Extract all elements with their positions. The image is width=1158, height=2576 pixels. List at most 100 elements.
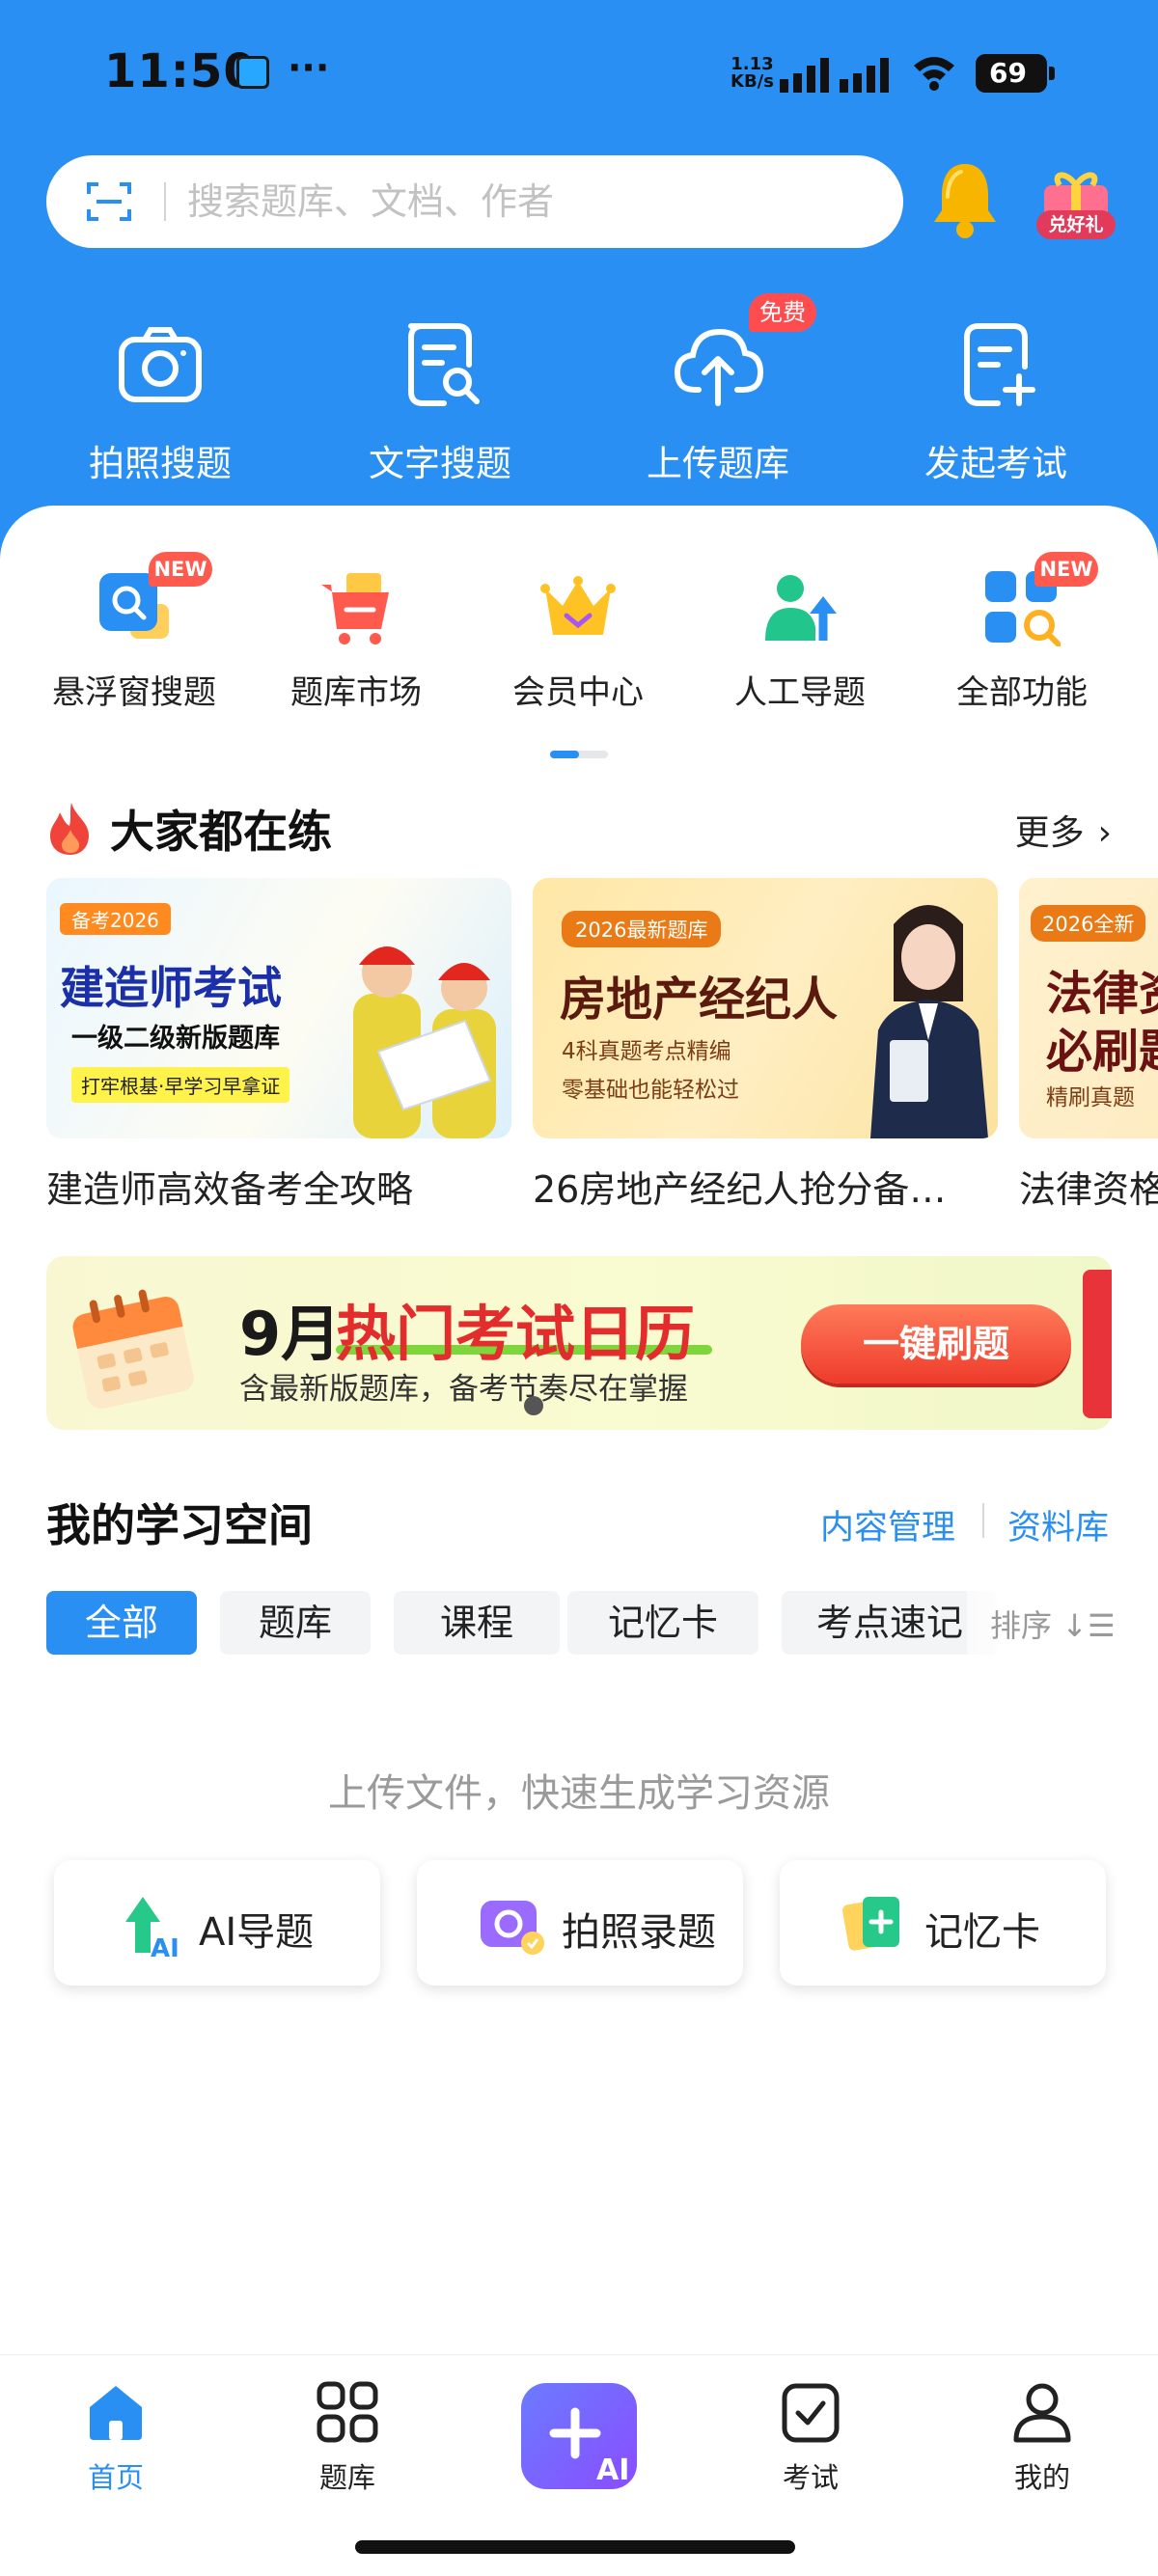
member-center-label: 会员中心 — [512, 673, 644, 712]
card-subtitle: 一级二级新版题库 — [71, 1024, 280, 1054]
upload-bank-label: 上传题库 — [647, 443, 789, 484]
ai-upload-icon: AI — [125, 1897, 179, 1959]
card-note: 精刷真题 — [1046, 1085, 1135, 1110]
bank-market-label: 题库市场 — [290, 673, 422, 712]
flashcard-label: 记忆卡 — [924, 1910, 1040, 1955]
svg-text:AI: AI — [151, 1934, 179, 1959]
nav-question-bank[interactable]: 题库 — [280, 2380, 415, 2506]
practice-section-header: 大家都在练 更多 › — [46, 791, 1112, 859]
camera-icon — [119, 327, 202, 402]
floating-search-button[interactable]: 悬浮窗搜题 — [23, 569, 245, 714]
home-indicator — [355, 2540, 795, 2554]
scan-icon[interactable] — [87, 180, 131, 223]
exam-calendar-banner[interactable]: 9月 热门考试日历 含最新版题库，备考节奏尽在掌握 一键刷题 — [46, 1256, 1112, 1430]
grid-icon — [317, 2381, 378, 2443]
start-exam-button[interactable]: 发起考试 — [880, 318, 1112, 484]
status-time: 11:50 — [104, 44, 257, 98]
quick-tools-row: 拍照搜题 文字搜题 上传题库 发起考试 — [0, 318, 1158, 484]
card-subtitle: 4科真题考点精编 — [562, 1039, 731, 1064]
filter-chip-flashcard[interactable]: 记忆卡 — [567, 1591, 758, 1655]
photo-record-icon — [481, 1901, 544, 1955]
flashcard-button[interactable]: 记忆卡 — [780, 1860, 1106, 1986]
svg-text:AI: AI — [596, 2453, 629, 2487]
upload-hint: 上传文件，快速生成学习资源 — [328, 1771, 830, 1816]
card-tag: 2026最新题库 — [562, 911, 722, 947]
new-badge: NEW — [149, 552, 212, 587]
one-click-practice-button[interactable]: 一键刷题 — [801, 1304, 1071, 1384]
nav-ai-create-button[interactable]: AI — [521, 2383, 637, 2489]
all-features-button[interactable]: 全部功能 — [911, 569, 1133, 714]
free-badge: 免费 — [749, 293, 816, 332]
sort-label: 排序 — [990, 1607, 1053, 1644]
ai-import-label: AI导题 — [199, 1910, 315, 1955]
more-link[interactable]: 更多 › — [1015, 805, 1112, 855]
sort-button[interactable]: 排序 ↓☰ — [990, 1602, 1116, 1646]
start-exam-label: 发起考试 — [924, 443, 1067, 484]
card-headline: 建造师考试 — [60, 962, 282, 1014]
card-headline: 房地产经纪人 — [560, 973, 839, 1027]
search-bar[interactable] — [46, 155, 903, 248]
photo-record-button[interactable]: 拍照录题 — [417, 1860, 743, 1986]
card-note: 零基础也能轻松过 — [562, 1078, 739, 1103]
calendar-title-highlight: 热门考试日历 — [336, 1299, 696, 1369]
bank-market-button[interactable]: 题库市场 — [245, 569, 467, 714]
home-icon — [90, 2386, 142, 2440]
cloud-upload-icon — [674, 328, 764, 406]
member-center-button[interactable]: 会员中心 — [467, 569, 689, 714]
fire-icon — [50, 803, 89, 855]
upload-bank-button[interactable]: 上传题库 — [602, 318, 834, 484]
search-input[interactable] — [187, 155, 882, 248]
calendar-icon — [72, 1289, 194, 1409]
practice-card[interactable]: 2026最新题库 房地产经纪人 4科真题考点精编 零基础也能轻松过 — [533, 878, 998, 1138]
more-notifications-icon: ··· — [288, 46, 330, 89]
calendar-subtitle: 含最新版题库，备考节奏尽在掌握 — [239, 1372, 688, 1407]
profile-icon — [1013, 2383, 1071, 2443]
doc-add-icon — [964, 323, 1035, 406]
card-note: 打牢根基·早学习早拿证 — [71, 1067, 290, 1103]
text-search-button[interactable]: 文字搜题 — [324, 318, 556, 484]
card-tag: 2026全新 — [1031, 905, 1146, 942]
sort-icon: ↓☰ — [1062, 1607, 1116, 1644]
all-features-label: 全部功能 — [956, 673, 1088, 712]
practice-carousel[interactable]: 备考2026 建造师考试 一级二级新版题库 打牢根基·早学习早拿证 建造师高效备… — [0, 878, 1158, 1225]
filter-chip-keypoints[interactable]: 考点速记 — [782, 1591, 998, 1655]
nav-exam-label: 考试 — [782, 2461, 839, 2494]
photo-search-button[interactable]: 拍照搜题 — [44, 318, 276, 484]
engineers-illustration — [353, 946, 496, 1138]
photo-search-label: 拍照搜题 — [89, 443, 232, 484]
network-speed: 1.13 KB/s — [731, 56, 774, 91]
nav-question-bank-label: 题库 — [318, 2461, 375, 2494]
nav-exam[interactable]: 考试 — [743, 2380, 878, 2506]
flashcard-icon — [842, 1897, 899, 1951]
battery-indicator: 69 — [976, 54, 1055, 93]
card-caption[interactable]: 法律资格 — [1019, 1160, 1158, 1213]
redeem-gift-label[interactable]: 兑好礼 — [1036, 210, 1116, 239]
chevron-right-icon: › — [1097, 813, 1112, 853]
text-search-label: 文字搜题 — [369, 443, 511, 484]
resource-library-link[interactable]: 资料库 — [1007, 1500, 1109, 1549]
floating-search-label: 悬浮窗搜题 — [52, 673, 216, 712]
feature-row: 悬浮窗搜题 题库市场 会员中心 人工导题 全部功能 — [0, 569, 1158, 714]
nav-home[interactable]: 首页 — [48, 2380, 183, 2506]
nav-profile[interactable]: 我的 — [975, 2380, 1110, 2506]
card-subtitle: 必刷题 — [1046, 1025, 1158, 1079]
practice-card[interactable]: 备考2026 建造师考试 一级二级新版题库 打牢根基·早学习早拿证 — [46, 878, 511, 1138]
next-banner-peek[interactable] — [1083, 1270, 1112, 1418]
person-upload-icon — [765, 575, 837, 641]
card-caption[interactable]: 建造师高效备考全攻略 — [46, 1160, 413, 1213]
filter-chip-bank[interactable]: 题库 — [220, 1591, 371, 1655]
filter-chip-all[interactable]: 全部 — [46, 1591, 197, 1655]
search-divider — [164, 182, 166, 221]
ai-import-button[interactable]: AI AI导题 — [54, 1860, 380, 1986]
bell-icon[interactable] — [928, 158, 1002, 239]
card-tag: 备考2026 — [60, 903, 171, 935]
card-caption[interactable]: 26房地产经纪人抢分备… — [533, 1160, 946, 1213]
practice-card[interactable]: 2026全新 法律资 必刷题 精刷真题 — [1019, 878, 1158, 1138]
new-badge: NEW — [1034, 552, 1098, 587]
manual-import-button[interactable]: 人工导题 — [689, 569, 911, 714]
content-management-link[interactable]: 内容管理 — [820, 1500, 955, 1549]
filter-chip-course[interactable]: 课程 — [394, 1591, 560, 1655]
study-space-title: 我的学习空间 — [46, 1499, 313, 1551]
status-bar: 11:50 ··· 1.13 KB/s 69 — [0, 39, 1158, 106]
practice-section-title: 大家都在练 — [110, 806, 332, 858]
